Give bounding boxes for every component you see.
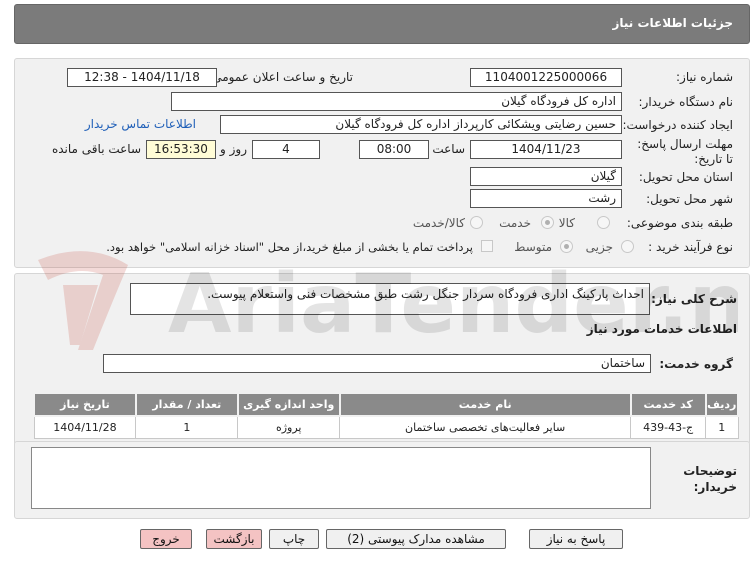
service-group-label: گروه خدمت: (659, 357, 733, 371)
announce-label: تاریخ و ساعت اعلان عمومی: (208, 70, 353, 84)
need-number-field: 1104001225000066 (470, 68, 622, 87)
table-row: 1 ج-43-439 سایر فعالیت‌های تخصصی ساختمان… (33, 415, 739, 439)
col-quantity: تعداد / مقدار (134, 392, 239, 417)
services-section-title: اطلاعات خدمات مورد نیاز (586, 322, 737, 336)
exit-button[interactable]: خروج (140, 529, 192, 549)
process-option-medium: متوسط (514, 240, 552, 254)
deadline-time-field: 08:00 (359, 140, 429, 159)
back-button[interactable]: بازگشت (206, 529, 262, 549)
cell-service-name: سایر فعالیت‌های تخصصی ساختمان (339, 415, 632, 439)
col-unit: واحد اندازه گیری (236, 392, 341, 417)
print-button[interactable]: چاپ (269, 529, 319, 549)
cell-service-code: ج-43-439 (630, 415, 707, 439)
process-radio-medium[interactable] (560, 240, 573, 253)
creator-field: حسین رضایتی ویشکائی کارپرداز اداره کل فر… (220, 115, 622, 134)
process-radio-minor[interactable] (621, 240, 634, 253)
province-field: گیلان (470, 167, 622, 186)
col-need-date: تاریخ نیاز (33, 392, 137, 417)
col-service-code: کد خدمت (629, 392, 707, 417)
description-field: احداث پارکینگ اداری فرودگاه سردار جنگل ر… (130, 283, 650, 315)
cell-row: 1 (705, 415, 739, 439)
city-label: شهر محل تحویل: (646, 192, 733, 206)
description-label: شرح کلی نیاز: (651, 292, 737, 306)
process-label: نوع فرآیند خرید : (648, 240, 733, 254)
page-header: جزئیات اطلاعات نیاز (14, 4, 750, 44)
remaining-time-field: 16:53:30 (146, 140, 216, 159)
contact-buyer-link[interactable]: اطلاعات تماس خریدار (85, 117, 196, 131)
days-field: 4 (252, 140, 320, 159)
city-field: رشت (470, 189, 622, 208)
category-radio-goods-service[interactable] (470, 216, 483, 229)
buyer-org-field: اداره کل فرودگاه گیلان (171, 92, 622, 111)
treasury-payment-checkbox[interactable] (481, 240, 493, 252)
remaining-label: ساعت باقی مانده (51, 142, 141, 156)
page-title: جزئیات اطلاعات نیاز (612, 16, 733, 30)
buyer-notes-label: توضیحات خریدار: (683, 464, 737, 494)
treasury-payment-note: پرداخت تمام یا بخشی از مبلغ خرید،از محل … (106, 240, 473, 254)
process-option-minor: جزیی (585, 240, 613, 254)
need-number-label: شماره نیاز: (676, 70, 733, 84)
category-option-goods-service: کالا/خدمت (412, 216, 465, 230)
col-row: ردیف (704, 392, 740, 417)
province-label: استان محل تحویل: (638, 170, 733, 184)
category-option-service: خدمت (499, 216, 531, 230)
cell-unit: پروژه (237, 415, 341, 439)
reply-button[interactable]: پاسخ به نیاز (529, 529, 623, 549)
service-group-field: ساختمان (103, 354, 651, 373)
category-radio-service[interactable] (541, 216, 554, 229)
deadline-date-field: 1404/11/23 (470, 140, 622, 159)
category-label: طبقه بندی موضوعی: (626, 216, 733, 230)
cell-need-date: 1404/11/28 (33, 415, 137, 439)
days-label: روز و (220, 142, 247, 156)
deadline-label: مهلت ارسال پاسخ: تا تاریخ: (637, 137, 733, 166)
services-table: ردیف کد خدمت نام خدمت واحد اندازه گیری ت… (33, 392, 740, 439)
buyer-org-label: نام دستگاه خریدار: (638, 95, 734, 109)
col-service-name: نام خدمت (338, 392, 632, 417)
cell-quantity: 1 (135, 415, 239, 439)
category-option-goods: کالا (558, 216, 575, 230)
buyer-notes-field[interactable] (31, 447, 651, 509)
creator-label: ایجاد کننده درخواست: (622, 118, 733, 132)
view-attachments-button[interactable]: مشاهده مدارک پیوستی (2) (326, 529, 506, 549)
announce-field: 1404/11/18 - 12:38 (67, 68, 217, 87)
deadline-time-label: ساعت (432, 142, 465, 156)
category-radio-goods[interactable] (597, 216, 610, 229)
